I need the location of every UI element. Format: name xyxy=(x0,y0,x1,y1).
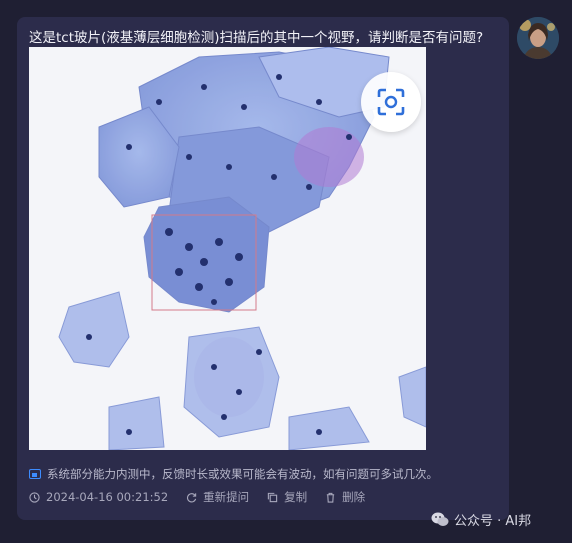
timestamp: 2024-04-16 00:21:52 xyxy=(29,490,168,504)
notice-row: 系统部分能力内测中，反馈时长或效果可能会有波动，如有问题可多试几次。 xyxy=(29,466,438,482)
regenerate-button[interactable]: 重新提问 xyxy=(186,489,249,505)
user-question: 这是tct玻片(液基薄层细胞检测)扫描后的其中一个视野，请判断是否有问题? xyxy=(29,30,484,46)
trash-icon xyxy=(326,492,335,503)
clock-icon xyxy=(29,491,40,503)
refresh-icon xyxy=(187,492,197,502)
delete-button[interactable]: 删除 xyxy=(325,489,365,505)
chat-notice-icon xyxy=(29,469,41,479)
wechat-icon xyxy=(431,512,449,526)
message-bubble: 这是tct玻片(液基薄层细胞检测)扫描后的其中一个视野，请判断是否有问题? 系统… xyxy=(17,17,509,520)
avatar-image xyxy=(517,17,559,59)
copy-icon xyxy=(267,492,278,502)
timestamp-text: 2024-04-16 00:21:52 xyxy=(46,490,169,504)
notice-text: 系统部分能力内测中，反馈时长或效果可能会有波动，如有问题可多试几次。 xyxy=(47,467,438,481)
copy-button[interactable]: 复制 xyxy=(267,489,307,505)
scan-icon xyxy=(377,88,405,116)
tct-slide-image[interactable] xyxy=(29,47,426,450)
avatar[interactable] xyxy=(517,17,559,59)
watermark-text: 公众号 · AI邦 xyxy=(454,514,532,529)
copy-label: 复制 xyxy=(284,490,308,504)
regenerate-label: 重新提问 xyxy=(203,490,250,504)
delete-label: 删除 xyxy=(342,490,366,504)
scan-button[interactable] xyxy=(361,72,421,132)
watermark: 公众号 · AI邦 xyxy=(431,510,531,529)
action-bar: 2024-04-16 00:21:52 重新提问 复制 删除 xyxy=(29,489,383,505)
